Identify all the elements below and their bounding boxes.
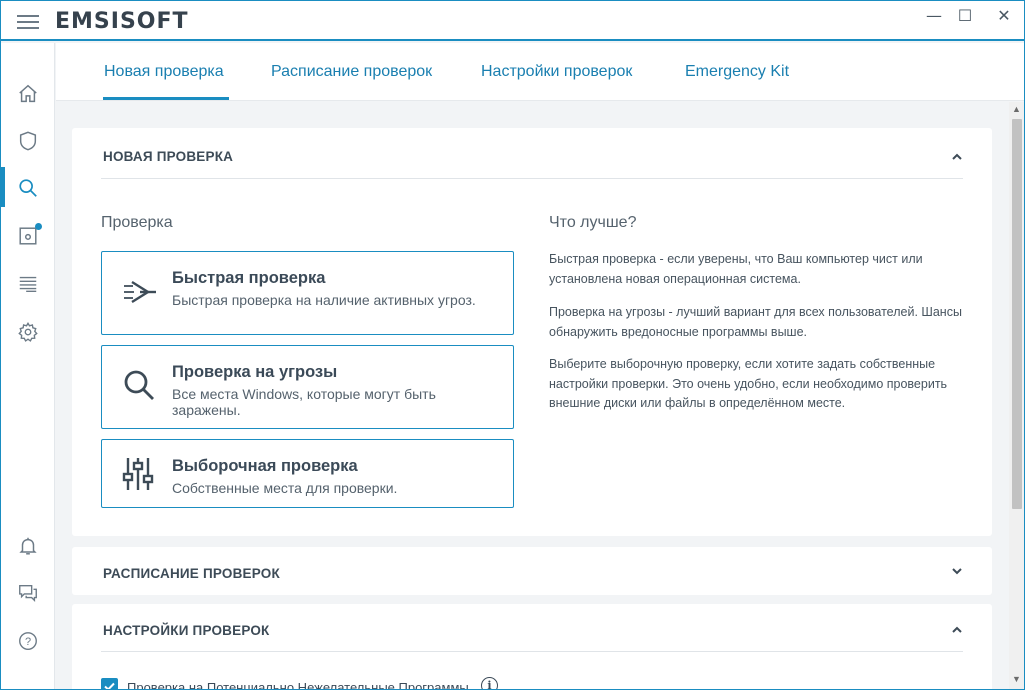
quick-scan-icon bbox=[124, 280, 156, 304]
sidebar-item-home[interactable] bbox=[1, 71, 55, 117]
help-paragraph-2: Проверка на угрозы - лучший вариант для … bbox=[549, 305, 962, 339]
info-icon[interactable]: i bbox=[481, 677, 498, 689]
chat-icon bbox=[19, 584, 37, 602]
bell-icon bbox=[19, 537, 37, 555]
pup-detection-label: Проверка на Потенциально Нежелательные П… bbox=[127, 680, 469, 690]
magnifier-icon bbox=[124, 370, 154, 400]
sidebar-item-quarantine[interactable] bbox=[1, 213, 55, 259]
gear-icon bbox=[18, 321, 38, 342]
scheduled-scans-panel-title[interactable]: РАСПИСАНИЕ ПРОВЕРОК bbox=[103, 566, 280, 581]
quick-scan-button[interactable]: Быстрая проверка Быстрая проверка на нал… bbox=[101, 251, 514, 335]
sidebar-item-feedback[interactable] bbox=[1, 570, 55, 616]
scan-settings-panel-title[interactable]: НАСТРОЙКИ ПРОВЕРОК bbox=[103, 623, 270, 638]
pup-detection-checkbox[interactable] bbox=[101, 678, 118, 689]
tab-emergency-kit[interactable]: Emergency Kit bbox=[685, 63, 789, 81]
shield-icon bbox=[19, 131, 37, 151]
help-title: Что лучше? bbox=[549, 214, 637, 231]
scan-section-label: Проверка bbox=[101, 214, 173, 231]
chevron-up-icon[interactable] bbox=[950, 150, 964, 164]
new-scan-panel-title[interactable]: НОВАЯ ПРОВЕРКА bbox=[103, 149, 233, 164]
app-window: EMSISOFT — ☐ ✕ ? Новая проверка Расписан… bbox=[0, 0, 1025, 690]
threat-scan-description: Все места Windows, которые могут быть за… bbox=[172, 386, 436, 418]
new-scan-panel: НОВАЯ ПРОВЕРКА Проверка Быстрая проверка… bbox=[72, 128, 992, 536]
vertical-scrollbar[interactable]: ▲ ▼ bbox=[1009, 102, 1024, 689]
main-content: НОВАЯ ПРОВЕРКА Проверка Быстрая проверка… bbox=[56, 102, 1009, 690]
tab-scan-settings[interactable]: Настройки проверок bbox=[481, 63, 632, 81]
close-button[interactable]: ✕ bbox=[987, 5, 1021, 27]
svg-text:?: ? bbox=[25, 636, 31, 648]
custom-scan-description: Собственные места для проверки. bbox=[172, 480, 398, 496]
threat-scan-title: Проверка на угрозы bbox=[172, 363, 338, 381]
divider bbox=[101, 178, 963, 179]
sidebar-item-logs[interactable] bbox=[1, 261, 55, 307]
maximize-button[interactable]: ☐ bbox=[948, 5, 982, 27]
quick-scan-description: Быстрая проверка на наличие активных угр… bbox=[172, 292, 476, 308]
minimize-button[interactable]: — bbox=[917, 5, 951, 27]
title-bar: EMSISOFT — ☐ ✕ bbox=[1, 1, 1024, 41]
sliders-icon bbox=[122, 458, 154, 490]
tab-scheduled-scans[interactable]: Расписание проверок bbox=[271, 63, 432, 81]
threat-scan-button[interactable]: Проверка на угрозы Все места Windows, ко… bbox=[101, 345, 514, 429]
chevron-up-icon[interactable] bbox=[950, 623, 964, 637]
sidebar-item-help[interactable]: ? bbox=[1, 618, 55, 664]
scroll-up-arrow-icon[interactable]: ▲ bbox=[1009, 102, 1024, 117]
emsisoft-logo: EMSISOFT bbox=[55, 9, 189, 34]
tab-bar: Новая проверка Расписание проверок Настр… bbox=[56, 43, 1024, 101]
custom-scan-title: Выборочная проверка bbox=[172, 457, 358, 475]
search-icon bbox=[19, 179, 37, 197]
chevron-down-icon[interactable] bbox=[950, 564, 964, 578]
active-tab-indicator bbox=[103, 97, 229, 100]
sidebar: ? bbox=[1, 43, 55, 689]
sidebar-item-protection[interactable] bbox=[1, 118, 55, 164]
scan-settings-panel: НАСТРОЙКИ ПРОВЕРОК Проверка на Потенциал… bbox=[72, 604, 992, 690]
notification-badge bbox=[35, 223, 42, 230]
scheduled-scans-panel[interactable]: РАСПИСАНИЕ ПРОВЕРОК bbox=[72, 547, 992, 595]
hamburger-menu-icon[interactable] bbox=[17, 15, 39, 29]
quick-scan-title: Быстрая проверка bbox=[172, 269, 326, 287]
logs-icon bbox=[19, 276, 37, 293]
sidebar-item-settings[interactable] bbox=[1, 309, 55, 355]
sidebar-item-notifications[interactable] bbox=[1, 523, 55, 569]
tab-new-scan[interactable]: Новая проверка bbox=[104, 63, 224, 81]
checkmark-icon bbox=[104, 682, 115, 689]
help-paragraph-3: Выберите выборочную проверку, если хотит… bbox=[549, 357, 948, 410]
help-icon: ? bbox=[19, 632, 37, 650]
divider bbox=[101, 651, 963, 652]
scroll-down-arrow-icon[interactable]: ▼ bbox=[1009, 672, 1024, 687]
sidebar-item-scan[interactable] bbox=[1, 165, 55, 211]
scrollbar-thumb[interactable] bbox=[1012, 119, 1022, 509]
custom-scan-button[interactable]: Выборочная проверка Собственные места дл… bbox=[101, 439, 514, 508]
help-paragraph-1: Быстрая проверка - если уверены, что Ваш… bbox=[549, 252, 923, 286]
home-icon bbox=[19, 84, 37, 103]
